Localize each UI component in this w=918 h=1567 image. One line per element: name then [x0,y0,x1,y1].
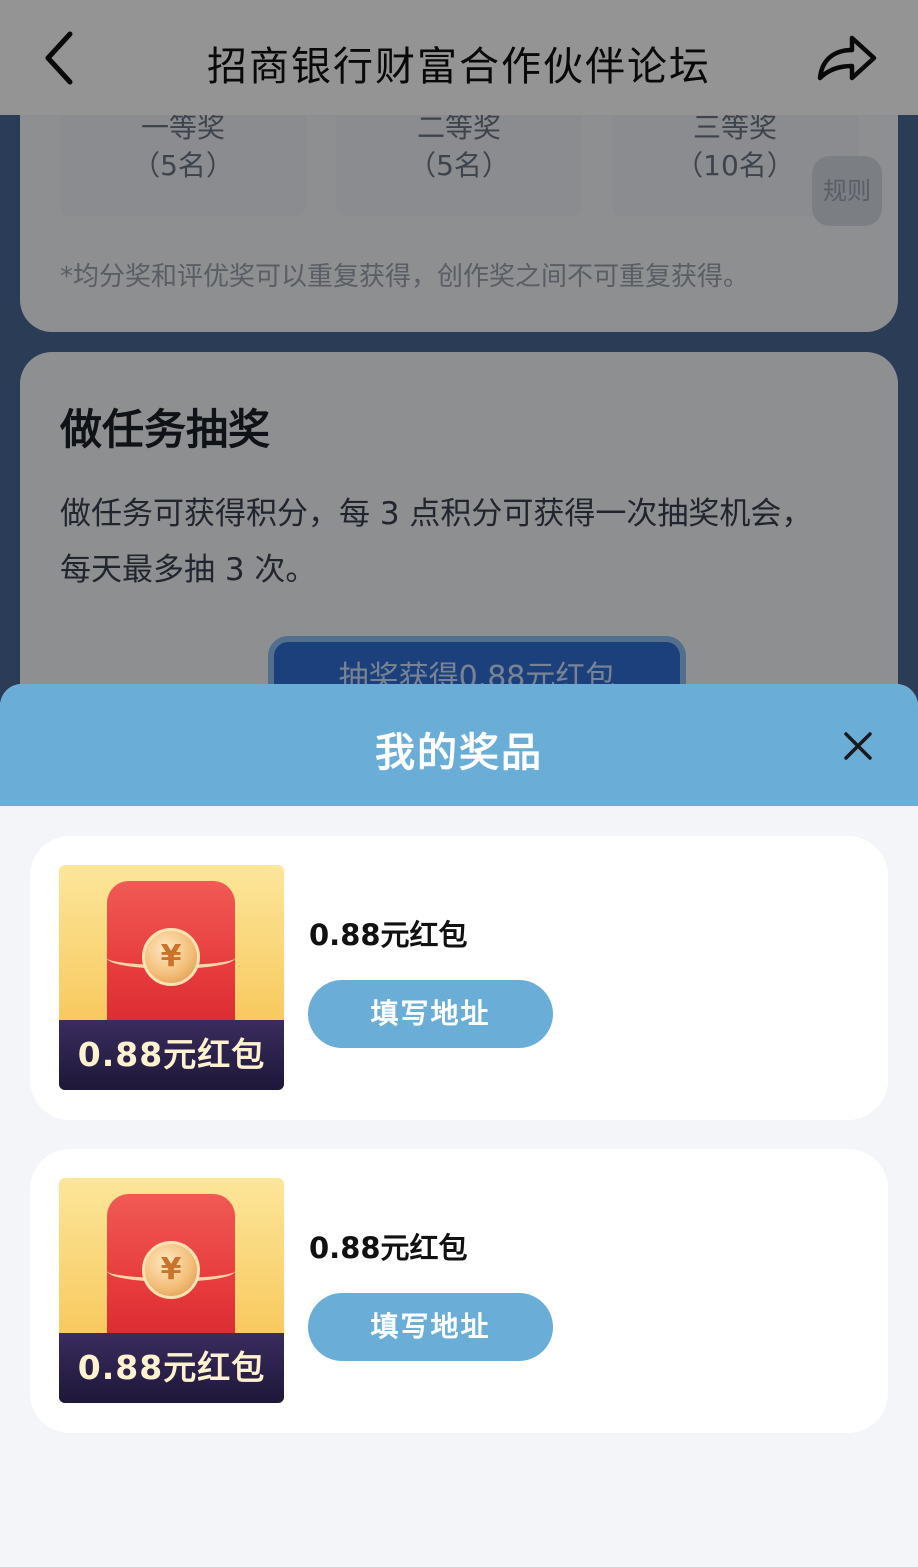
yuan-coin-icon: ¥ [142,928,200,986]
prize-name: 0.88元红包 [309,1231,468,1265]
thumbnail-label: 0.88元红包 [59,1333,284,1403]
thumbnail-label: 0.88元红包 [59,1020,284,1090]
my-prizes-sheet: 我的奖品 ¥ 0.88元红包 0.88元红包 填写地址 ¥ 0.88元红包 0.… [0,684,918,1567]
red-envelope-icon: ¥ [107,881,235,1031]
fill-address-button[interactable]: 填写地址 [308,980,553,1048]
sheet-title: 我的奖品 [375,730,543,776]
yuan-coin-icon: ¥ [142,1241,200,1299]
prize-item: ¥ 0.88元红包 0.88元红包 填写地址 [30,836,888,1120]
red-envelope-thumbnail: ¥ 0.88元红包 [59,1178,284,1403]
sheet-header: 我的奖品 [0,684,918,806]
prize-name: 0.88元红包 [309,918,468,952]
fill-address-button[interactable]: 填写地址 [308,1293,553,1361]
prize-item: ¥ 0.88元红包 0.88元红包 填写地址 [30,1149,888,1433]
close-icon[interactable] [836,724,880,768]
red-envelope-icon: ¥ [107,1194,235,1344]
red-envelope-thumbnail: ¥ 0.88元红包 [59,865,284,1090]
